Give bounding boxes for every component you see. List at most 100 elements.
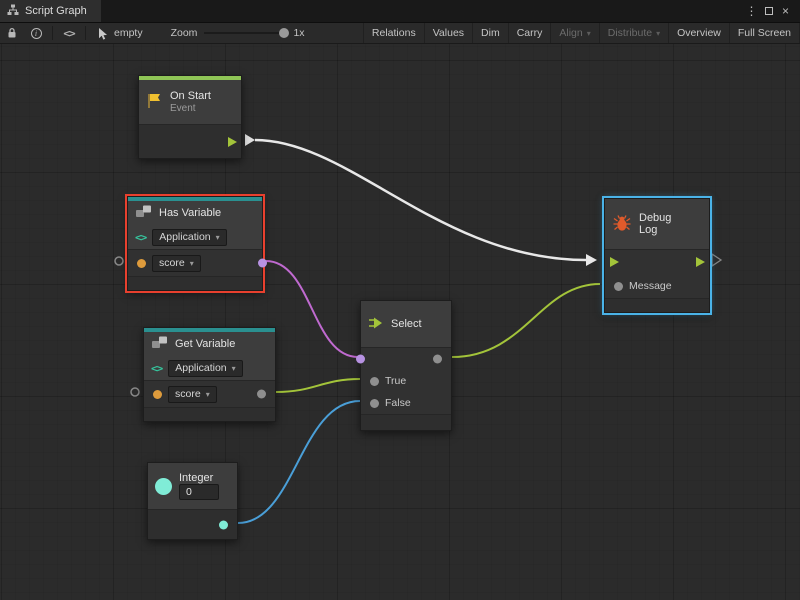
info-letter: i [35, 29, 37, 38]
wire-flow-onstart-to-debuglog [255, 140, 586, 260]
integer-value-field[interactable]: 0 [179, 484, 219, 500]
toolbar-divider [85, 26, 86, 40]
selection-status: empty [114, 27, 143, 39]
carry-button[interactable]: Carry [508, 23, 551, 43]
chevron-down-icon: ▾ [587, 29, 591, 38]
distribute-button[interactable]: Distribute▾ [599, 23, 668, 43]
zoom-label: Zoom [171, 27, 198, 39]
node-subtitle: Log [639, 224, 671, 236]
chevron-down-icon: ▾ [206, 390, 210, 399]
zoom-control: Zoom 1x [171, 27, 305, 39]
cursor-icon [90, 23, 114, 43]
toolbar-buttons: Relations Values Dim Carry Align▾ Distri… [363, 23, 800, 43]
close-icon[interactable]: × [777, 0, 794, 22]
flag-icon [146, 92, 163, 113]
node-footer [144, 407, 275, 421]
node-title: Debug [639, 212, 671, 224]
node-footer [605, 298, 709, 312]
flow-continue-arrow[interactable] [712, 254, 721, 266]
selection-output-port[interactable] [433, 355, 442, 364]
flow-output-port[interactable] [696, 257, 705, 267]
node-footer [361, 414, 451, 430]
int-output-port[interactable] [219, 520, 228, 529]
node-title: On Start [170, 90, 211, 102]
name-input-port[interactable] [137, 259, 146, 268]
toolbar-divider [52, 26, 53, 40]
node-subtitle: Event [170, 103, 211, 114]
false-port-label: False [385, 397, 411, 409]
variables-icon [135, 204, 152, 222]
graph-icon [7, 4, 19, 19]
node-port-area [139, 124, 241, 158]
node-title: Select [391, 318, 422, 330]
code-glyph: <> [63, 27, 74, 40]
bool-output-port[interactable] [258, 259, 267, 268]
node-port-area [148, 509, 237, 539]
bug-icon [612, 214, 632, 235]
variable-name-value: score [175, 388, 201, 400]
unconnected-port-hasvariable[interactable] [115, 257, 123, 265]
info-icon[interactable]: i [24, 23, 48, 43]
select-icon [368, 316, 384, 333]
tab-title: Script Graph [25, 5, 87, 17]
node-integer[interactable]: Integer 0 [147, 462, 238, 540]
window-controls: ⋮ × [743, 0, 800, 22]
full-screen-button[interactable]: Full Screen [729, 23, 800, 43]
variable-name-dropdown[interactable]: score ▾ [152, 255, 201, 272]
true-input-port[interactable] [370, 377, 379, 386]
variables-icon [151, 335, 168, 353]
flow-input-port[interactable] [610, 257, 619, 267]
node-title: Get Variable [175, 338, 235, 350]
unconnected-port-getvariable[interactable] [131, 388, 139, 396]
wire-select-to-debuglog-message [452, 284, 600, 357]
integer-icon [155, 478, 172, 495]
variable-name-dropdown[interactable]: score ▾ [168, 386, 217, 403]
values-button[interactable]: Values [424, 23, 472, 43]
message-port-label: Message [629, 280, 672, 292]
graph-canvas[interactable]: On Start Event Has Variable <> Applicati… [0, 44, 800, 600]
graph-toolbar: i <> empty Zoom 1x Relations Values Dim … [0, 22, 800, 44]
dim-button[interactable]: Dim [472, 23, 508, 43]
node-on-start[interactable]: On Start Event [138, 75, 242, 159]
variable-kind-icon: <> [151, 362, 162, 375]
variable-name-value: score [159, 257, 185, 269]
message-input-port[interactable] [614, 282, 623, 291]
node-has-variable[interactable]: Has Variable <> Application ▾ score ▾ [127, 196, 263, 291]
zoom-slider-knob[interactable] [279, 28, 289, 38]
menu-icon[interactable]: ⋮ [743, 0, 760, 22]
chevron-down-icon: ▾ [216, 233, 220, 242]
wire-getvariable-to-select-true [276, 379, 360, 392]
condition-input-port[interactable] [356, 355, 365, 364]
tab-script-graph[interactable]: Script Graph [0, 0, 101, 22]
flow-output-port[interactable] [228, 137, 237, 147]
node-debug-log[interactable]: Debug Log Message [604, 198, 710, 313]
code-view-icon[interactable]: <> [57, 23, 81, 43]
true-port-label: True [385, 375, 406, 387]
node-title: Has Variable [159, 207, 221, 219]
script-graph-window: Script Graph ⋮ × i <> empty Zoom 1x [0, 0, 800, 600]
node-title: Integer [179, 472, 219, 484]
relations-button[interactable]: Relations [363, 23, 424, 43]
scope-value: Application [159, 231, 210, 243]
node-select[interactable]: Select True False [360, 300, 452, 431]
overview-button[interactable]: Overview [668, 23, 729, 43]
variable-kind-icon: <> [135, 231, 146, 244]
lock-icon[interactable] [0, 23, 24, 43]
chevron-down-icon: ▾ [232, 364, 236, 373]
scope-dropdown[interactable]: Application ▾ [152, 229, 226, 246]
title-bar: Script Graph ⋮ × [0, 0, 800, 22]
maximize-icon[interactable] [760, 0, 777, 22]
wire-hasvariable-to-select [266, 261, 358, 357]
scope-dropdown[interactable]: Application ▾ [168, 360, 242, 377]
node-get-variable[interactable]: Get Variable <> Application ▾ score ▾ [143, 327, 276, 422]
name-input-port[interactable] [153, 390, 162, 399]
false-input-port[interactable] [370, 399, 379, 408]
zoom-slider[interactable] [204, 32, 286, 34]
flow-dest-arrow [586, 254, 597, 266]
value-output-port[interactable] [257, 390, 266, 399]
node-footer [128, 276, 262, 290]
scope-value: Application [175, 362, 226, 374]
align-button[interactable]: Align▾ [550, 23, 598, 43]
flow-source-arrow [245, 134, 255, 146]
zoom-value: 1x [293, 27, 304, 39]
